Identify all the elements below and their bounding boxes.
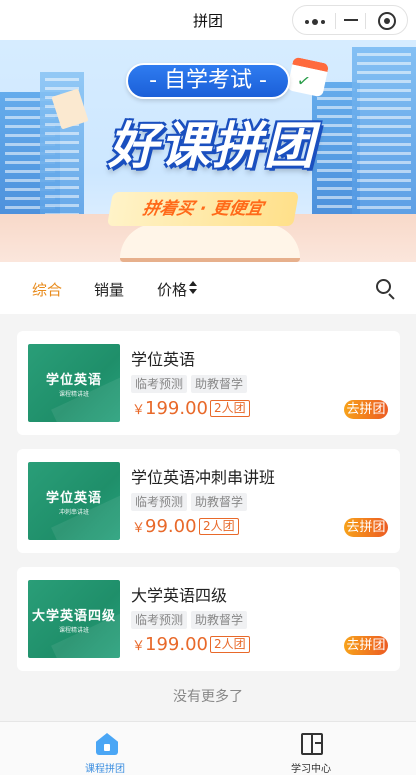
join-group-button[interactable]: 去拼团 (344, 518, 388, 537)
course-thumbnail[interactable]: 学位英语 课程精讲班 (28, 344, 120, 422)
banner-headline: 好课拼团 (108, 117, 316, 175)
sort-filter-bar: 综合 销量 价格 (0, 262, 416, 314)
capsule-divider (335, 13, 336, 29)
minimize-icon[interactable] (344, 19, 358, 21)
join-group-button[interactable]: 去拼团 (344, 636, 388, 655)
sort-tab-price[interactable]: 价格 (157, 279, 187, 300)
course-card[interactable]: 大学英语四级 课程精讲班 大学英语四级 临考预测 助教督学 ￥199.00 2人团… (17, 567, 400, 671)
course-tag: 临考预测 (131, 611, 188, 629)
sort-tab-sales[interactable]: 销量 (94, 279, 124, 300)
course-card[interactable]: 学位英语 冲刺串讲班 学位英语冲刺串讲班 临考预测 助教督学 ￥99.00 2人团… (17, 449, 400, 553)
course-price: ￥99.00 (132, 516, 197, 537)
course-thumbnail[interactable]: 大学英语四级 课程精讲班 (28, 580, 120, 658)
home-icon (96, 733, 118, 755)
book-icon (301, 733, 323, 755)
tab-study-center[interactable]: 学习中心 (251, 722, 371, 775)
search-icon[interactable] (374, 277, 398, 301)
banner-subject-label: - 自学考试 - (126, 63, 290, 99)
course-price: ￥199.00 (132, 634, 208, 655)
thumbnail-subtitle: 冲刺串讲班 (58, 509, 89, 516)
group-size-badge: 2人团 (210, 400, 250, 417)
capsule-divider (365, 13, 366, 29)
thumbnail-title: 大学英语四级 (31, 609, 116, 624)
thumbnail-title: 学位英语 (45, 491, 102, 506)
price-amount: 199.00 (145, 634, 208, 655)
more-options-icon[interactable] (305, 19, 327, 25)
calendar-check-icon: ✓ (286, 56, 330, 98)
close-miniprogram-icon[interactable] (378, 12, 396, 30)
course-tag: 临考预测 (131, 493, 188, 511)
promo-banner[interactable]: ✓ - 自学考试 - 好课拼团 拼着买 · 更便宜 (0, 40, 416, 262)
course-tags: 临考预测 助教督学 (131, 491, 251, 511)
tab-label: 课程拼团 (85, 764, 125, 775)
miniprogram-capsule (292, 5, 408, 35)
tab-label: 学习中心 (291, 764, 331, 775)
course-tag: 助教督学 (191, 611, 248, 629)
bottom-tab-bar: 课程拼团 学习中心 (0, 721, 416, 775)
currency-symbol: ￥ (132, 403, 146, 418)
course-title[interactable]: 大学英语四级 (131, 582, 227, 606)
group-size-badge: 2人团 (199, 518, 239, 535)
course-tags: 临考预测 助教督学 (131, 373, 251, 393)
price-amount: 199.00 (145, 398, 208, 419)
currency-symbol: ￥ (132, 639, 146, 654)
course-tag: 临考预测 (131, 375, 188, 393)
top-navbar: 拼团 (0, 0, 416, 40)
list-end-text: 没有更多了 (173, 689, 243, 705)
course-tags: 临考预测 助教督学 (131, 609, 251, 629)
thumbnail-subtitle: 课程精讲班 (58, 391, 89, 398)
course-title[interactable]: 学位英语冲刺串讲班 (131, 464, 275, 488)
tab-course-group[interactable]: 课程拼团 (45, 722, 165, 775)
banner-slogan: 拼着买 · 更便宜 (107, 192, 299, 226)
sort-tab-overall[interactable]: 综合 (32, 279, 62, 300)
course-card[interactable]: 学位英语 课程精讲班 学位英语 临考预测 助教督学 ￥199.00 2人团 去拼团 (17, 331, 400, 435)
thumbnail-title: 学位英语 (45, 373, 102, 388)
course-tag: 助教督学 (191, 375, 248, 393)
course-tag: 助教督学 (191, 493, 248, 511)
course-title[interactable]: 学位英语 (131, 346, 195, 370)
building-illustration (352, 47, 416, 222)
thumbnail-subtitle: 课程精讲班 (58, 627, 89, 634)
join-group-button[interactable]: 去拼团 (344, 400, 388, 419)
course-thumbnail[interactable]: 学位英语 冲刺串讲班 (28, 462, 120, 540)
course-price: ￥199.00 (132, 398, 208, 419)
currency-symbol: ￥ (132, 521, 146, 536)
price-amount: 99.00 (145, 516, 197, 537)
sort-arrows-icon[interactable] (189, 281, 197, 295)
group-size-badge: 2人团 (210, 636, 250, 653)
